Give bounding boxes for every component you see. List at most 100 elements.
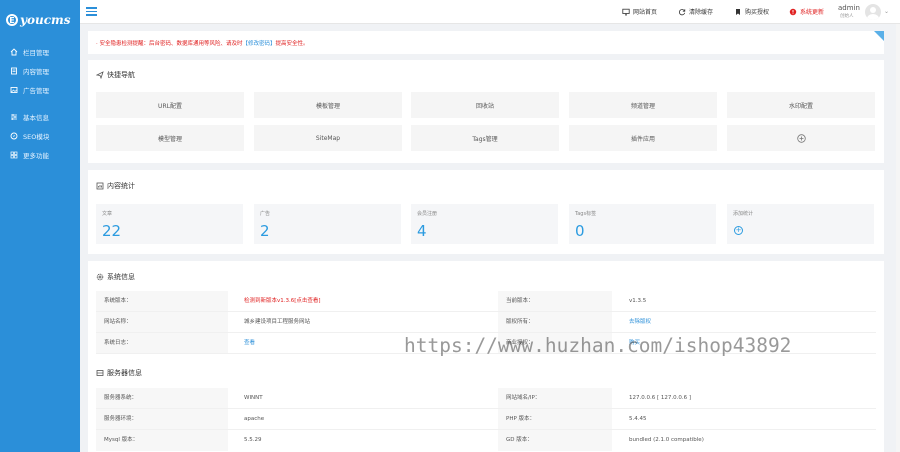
quick-template-manage[interactable]: 模板管理 (254, 92, 402, 118)
gd-version-label: GD 版本： (498, 430, 612, 451)
quick-url-config[interactable]: URL配置 (96, 92, 244, 118)
site-home-link[interactable]: 网站首页 (622, 7, 657, 16)
buy-license-label: 购买授权 (745, 9, 770, 16)
server-os-label: 服务器系统： (96, 388, 228, 409)
user-name: admin (838, 4, 860, 12)
image-icon (10, 86, 18, 94)
notice-corner-fold (874, 31, 884, 41)
mysql-version-label: Mysql 版本： (96, 430, 228, 451)
stat-label: Tags标签 (575, 211, 597, 217)
buy-license-link[interactable]: 购买授权 (734, 7, 769, 16)
bookmark-icon (734, 8, 742, 16)
sidebar-item-more[interactable]: 更多功能 (0, 145, 80, 164)
sliders-icon (10, 113, 18, 121)
quick-nav-title: 快捷导航 (96, 70, 135, 80)
quick-sitemap[interactable]: SiteMap (254, 125, 402, 151)
quick-channel-manage[interactable]: 频道管理 (569, 92, 717, 118)
sidebar-item-label: 内容管理 (23, 67, 49, 76)
sidebar-item-label: 基本信息 (23, 113, 49, 122)
table-row: 服务器环境： apache PHP 版本： 5.4.45 (96, 409, 876, 430)
menu-toggle-icon[interactable] (86, 6, 97, 17)
quick-watermark-config[interactable]: 水印配置 (727, 92, 875, 118)
site-name-value: 城乡建设项目工程服务网站 (244, 319, 311, 325)
stat-articles[interactable]: 文章 22 (96, 204, 243, 244)
nav-divider (0, 99, 80, 107)
php-version-label: PHP 版本： (498, 409, 612, 430)
send-icon (96, 71, 104, 79)
user-role: 创始人 (840, 14, 854, 19)
top-bar: 网站首页 清除缓存 购买授权 系统更新 admin 创始人 ⌄ (80, 0, 900, 24)
gd-version-value: bundled (2.1.0 compatible) (629, 437, 704, 443)
alert-icon (789, 8, 797, 16)
current-version-value: v1.3.5 (629, 298, 647, 304)
stats-title: 内容统计 (96, 181, 135, 191)
avatar[interactable] (865, 4, 881, 20)
content-stats-panel: 内容统计 文章 22 广告 2 会员注册 4 Tags标签 0 添加统计 + (88, 170, 884, 254)
user-menu[interactable]: admin 创始人 ⌄ (838, 3, 898, 21)
clear-cache-button[interactable]: 清除缓存 (678, 7, 713, 16)
chart-icon (96, 182, 104, 190)
domain-ip-value: 127.0.0.6 [ 127.0.0.6 ] (629, 395, 692, 401)
quick-model-manage[interactable]: 模型管理 (96, 125, 244, 151)
notice-text: · 安全隐患检测提醒：后台密码、数据库通用等风险、请及时【修改密码】提高安全性。 (96, 39, 309, 47)
current-version-label: 当前版本： (498, 291, 612, 312)
system-version-value[interactable]: 检测到新版本v1.3.6[点击查看] (236, 291, 321, 312)
quick-plugins[interactable]: 插件应用 (569, 125, 717, 151)
logo-mark: E (6, 14, 18, 26)
logo-text: youcms (20, 13, 71, 27)
change-password-link[interactable]: 【修改密码】 (243, 41, 276, 47)
sidebar-item-ads[interactable]: 广告管理 (0, 80, 80, 99)
sidebar-nav: 栏目管理 内容管理 广告管理 基本信息 SEO模块 更多功能 (0, 42, 80, 164)
system-version-label: 系统版本： (96, 291, 228, 312)
system-update-label: 系统更新 (800, 9, 825, 16)
stat-value: 4 (417, 222, 427, 240)
gear-icon (96, 273, 104, 281)
sidebar-item-basic-info[interactable]: 基本信息 (0, 107, 80, 126)
system-info-title: 系统信息 (96, 272, 135, 282)
scrollbar[interactable] (896, 24, 900, 452)
stat-ads[interactable]: 广告 2 (254, 204, 401, 244)
monitor-icon (622, 8, 630, 16)
server-info-title-text: 服务器信息 (107, 369, 142, 377)
watermark-text: https://www.huzhan.com/ishop43892 (404, 334, 792, 357)
sidebar-item-label: 栏目管理 (23, 48, 49, 57)
sidebar-item-seo[interactable]: SEO模块 (0, 126, 80, 145)
table-row: 网站名称： 城乡建设项目工程服务网站 版权所有： 去除版权 (96, 312, 876, 333)
stats-title-text: 内容统计 (107, 182, 135, 190)
plus-circle-icon[interactable]: + (734, 226, 743, 235)
stat-add[interactable]: 添加统计 + (727, 204, 874, 244)
table-row: 服务器系统： WINNT 网站域名/IP： 127.0.0.6 [ 127.0.… (96, 388, 876, 409)
quick-tags-manage[interactable]: Tags管理 (411, 125, 559, 151)
quick-nav-panel: 快捷导航 URL配置 模板管理 回收站 频道管理 水印配置 模型管理 SiteM… (88, 60, 884, 163)
server-env-label: 服务器环境： (96, 409, 228, 430)
sidebar-item-label: 广告管理 (23, 86, 49, 95)
system-update-link[interactable]: 系统更新 (789, 7, 824, 16)
quick-nav-title-text: 快捷导航 (107, 71, 135, 79)
logo[interactable]: E youcms (0, 0, 80, 40)
quick-recycle-bin[interactable]: 回收站 (411, 92, 559, 118)
sidebar-item-content[interactable]: 内容管理 (0, 61, 80, 80)
grid-icon (10, 151, 18, 159)
stat-tags[interactable]: Tags标签 0 (569, 204, 716, 244)
stat-label: 文章 (102, 211, 113, 217)
mysql-version-value: 5.5.29 (244, 437, 262, 443)
chevron-down-icon[interactable]: ⌄ (884, 8, 889, 15)
document-icon (10, 67, 18, 75)
stat-label: 会员注册 (417, 211, 438, 217)
stat-value: 2 (260, 222, 270, 240)
stat-value: 22 (102, 222, 122, 240)
sidebar: E youcms 栏目管理 内容管理 广告管理 基本信息 SEO模块 更多功能 (0, 0, 80, 452)
server-icon (96, 369, 104, 377)
remove-copyright-link[interactable]: 去除版权 (621, 312, 651, 333)
copyright-label: 版权所有： (498, 312, 612, 333)
notice-message: · 安全隐患检测提醒：后台密码、数据库通用等风险、请及时 (96, 41, 243, 47)
quick-add-button[interactable] (727, 125, 875, 151)
sidebar-item-columns[interactable]: 栏目管理 (0, 42, 80, 61)
stat-members[interactable]: 会员注册 4 (411, 204, 558, 244)
plus-circle-icon (796, 133, 806, 143)
system-log-label: 系统日志： (96, 333, 228, 354)
security-notice: · 安全隐患检测提醒：后台密码、数据库通用等风险、请及时【修改密码】提高安全性。 (88, 31, 884, 54)
stat-label: 添加统计 (733, 211, 754, 217)
view-log-link[interactable]: 查看 (236, 333, 255, 354)
stat-value: 0 (575, 222, 585, 240)
